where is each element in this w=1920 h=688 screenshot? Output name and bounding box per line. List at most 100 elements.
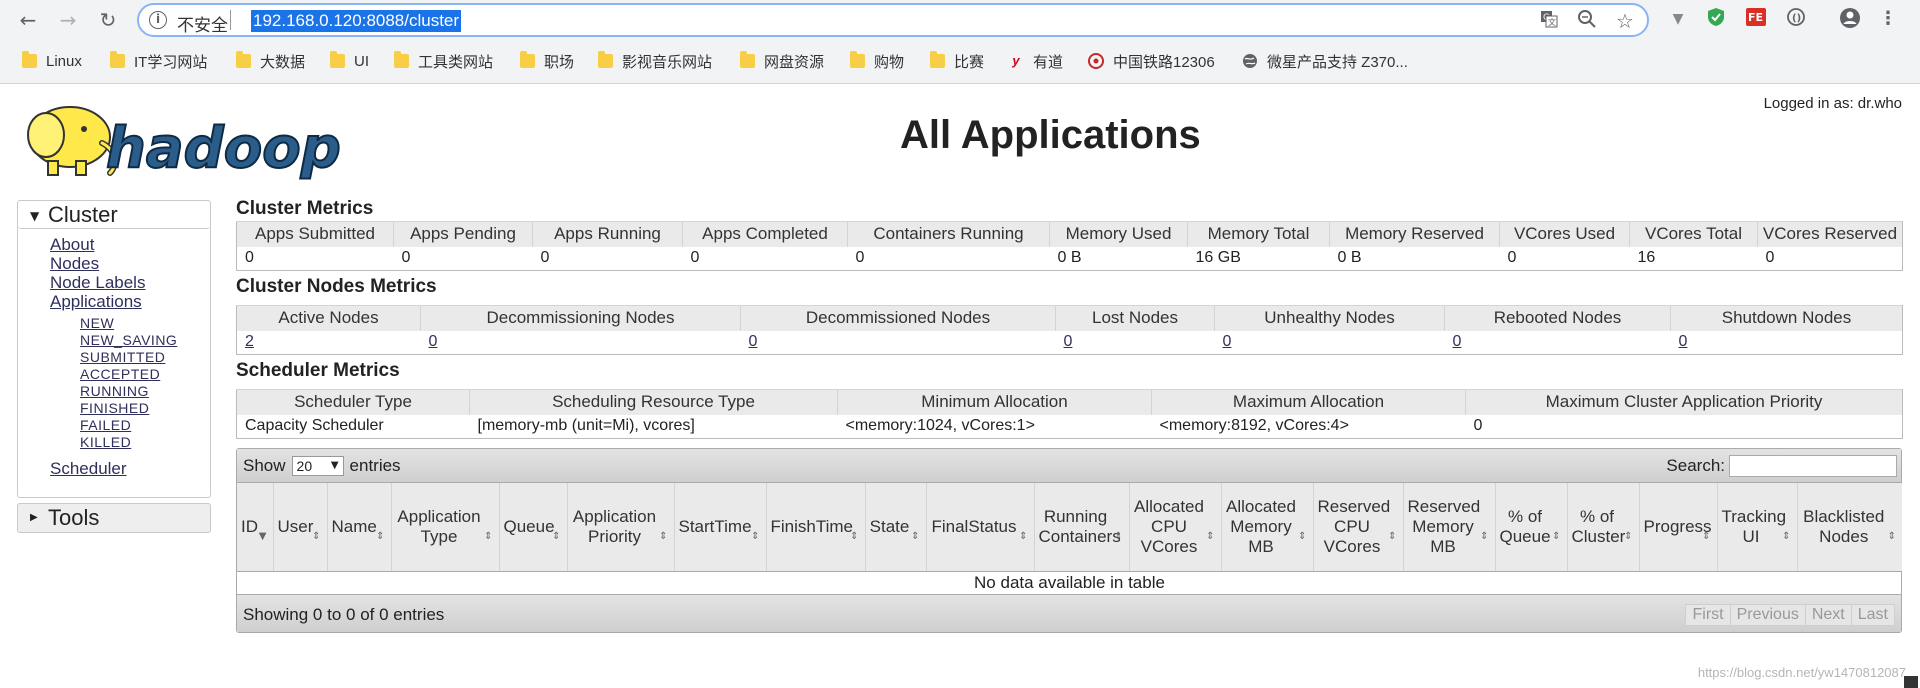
- address-bar[interactable]: i 不安全 192.168.0.120:8088/cluster G文 ☆: [137, 3, 1649, 37]
- col-state[interactable]: State ⇕: [865, 483, 927, 572]
- last-page-button[interactable]: Last: [1850, 604, 1895, 626]
- cluster-toggle[interactable]: ▼ Cluster: [18, 201, 210, 229]
- col-application-type[interactable]: Application Type ⇕: [391, 483, 500, 572]
- bookmark-it[interactable]: IT学习网站: [110, 49, 207, 73]
- table-cell: Capacity Scheduler: [236, 414, 470, 439]
- column-label: FinishTime: [770, 516, 854, 536]
- col-allocated-cpu[interactable]: Allocated CPU VCores ⇕: [1129, 483, 1222, 572]
- nav-state-new[interactable]: NEW: [80, 315, 210, 332]
- sort-desc-icon: ▼: [258, 530, 267, 542]
- extension-v-icon[interactable]: ▼: [1666, 7, 1690, 31]
- previous-page-button[interactable]: Previous: [1729, 604, 1806, 626]
- col-user[interactable]: User ⇕: [273, 483, 328, 572]
- fe-extension-icon[interactable]: FE: [1744, 7, 1768, 31]
- bookmark-msi[interactable]: 微星产品支持 Z370...: [1242, 49, 1408, 73]
- sort-icon: ⇕: [552, 530, 561, 542]
- shield-extension-icon[interactable]: [1704, 7, 1728, 31]
- nav-state-accepted[interactable]: ACCEPTED: [80, 366, 210, 383]
- col-allocated-memory[interactable]: Allocated Memory MB ⇕: [1221, 483, 1314, 572]
- profile-avatar-icon[interactable]: [1838, 7, 1862, 31]
- nav-scheduler[interactable]: Scheduler: [50, 459, 210, 478]
- column-label: Tracking UI: [1721, 506, 1787, 546]
- bookmark-netdisk[interactable]: 网盘资源: [740, 49, 824, 73]
- col-progress[interactable]: Progress ⇕: [1639, 483, 1718, 572]
- globe-icon: [1242, 53, 1258, 69]
- nav-nodes[interactable]: Nodes: [50, 254, 210, 273]
- col-reserved-cpu[interactable]: Reserved CPU VCores ⇕: [1313, 483, 1404, 572]
- bookmark-contest[interactable]: 比赛: [930, 49, 984, 73]
- col-rebooted-nodes: Rebooted Nodes: [1444, 305, 1671, 331]
- col-tracking-ui[interactable]: Tracking UI ⇕: [1717, 483, 1798, 572]
- col-queue[interactable]: Queue ⇕: [499, 483, 568, 572]
- table-row: 2 0 0 0 0 0 0: [236, 330, 1903, 355]
- tools-toggle[interactable]: ▶ Tools: [18, 504, 210, 532]
- hadoop-logo[interactable]: hadoop: [18, 95, 358, 185]
- nav-state-killed[interactable]: KILLED: [80, 434, 210, 451]
- folder-icon: [394, 51, 409, 68]
- col-vcores-reserved: VCores Reserved: [1757, 221, 1903, 247]
- nav-about[interactable]: About: [50, 235, 210, 254]
- column-label: FinalStatus: [931, 516, 1017, 536]
- col-lost-nodes: Lost Nodes: [1055, 305, 1215, 331]
- col-name[interactable]: Name ⇕: [327, 483, 392, 572]
- sort-icon: ⇕: [1887, 530, 1896, 542]
- table-header-row: Scheduler Type Scheduling Resource Type …: [236, 389, 1903, 415]
- bookmark-media[interactable]: 影视音乐网站: [598, 49, 712, 73]
- bookmark-12306[interactable]: 中国铁路12306: [1088, 49, 1215, 73]
- bookmark-linux[interactable]: Linux: [22, 49, 82, 73]
- decommissioned-nodes-link[interactable]: 0: [749, 333, 758, 350]
- active-nodes-link[interactable]: 2: [245, 333, 254, 350]
- bookmark-star-icon[interactable]: ☆: [1613, 9, 1637, 33]
- col-application-priority[interactable]: Application Priority ⇕: [567, 483, 675, 572]
- col-pct-queue[interactable]: % of Queue ⇕: [1495, 483, 1568, 572]
- col-start-time[interactable]: StartTime ⇕: [674, 483, 767, 572]
- nav-state-finished[interactable]: FINISHED: [80, 400, 210, 417]
- info-icon[interactable]: i: [149, 11, 167, 29]
- col-decommissioning-nodes: Decommissioning Nodes: [420, 305, 741, 331]
- forward-button[interactable]: →: [54, 6, 82, 34]
- nav-applications[interactable]: Applications: [50, 292, 210, 311]
- nav-state-running[interactable]: RUNNING: [80, 383, 210, 400]
- col-max-app-priority: Maximum Cluster Application Priority: [1465, 389, 1903, 415]
- url-text[interactable]: 192.168.0.120:8088/cluster: [251, 10, 462, 32]
- col-id[interactable]: ID ▼: [237, 483, 274, 572]
- zoom-icon[interactable]: [1575, 9, 1599, 33]
- nav-state-failed[interactable]: FAILED: [80, 417, 210, 434]
- rebooted-nodes-link[interactable]: 0: [1453, 333, 1462, 350]
- col-pct-cluster[interactable]: % of Cluster ⇕: [1567, 483, 1640, 572]
- col-finish-time[interactable]: FinishTime ⇕: [766, 483, 866, 572]
- menu-kebab-icon[interactable]: ⋮: [1876, 7, 1900, 31]
- unhealthy-nodes-link[interactable]: 0: [1223, 333, 1232, 350]
- nav-node-labels[interactable]: Node Labels: [50, 273, 210, 292]
- translate-icon[interactable]: G文: [1537, 9, 1561, 33]
- col-blacklisted-nodes[interactable]: Blacklisted Nodes ⇕: [1797, 483, 1902, 572]
- bookmark-ui[interactable]: UI: [330, 49, 369, 73]
- next-page-button[interactable]: Next: [1804, 604, 1852, 626]
- extension-circle-icon[interactable]: (): [1784, 7, 1808, 31]
- entries-info: Showing 0 to 0 of 0 entries: [243, 605, 445, 624]
- search-input[interactable]: [1729, 455, 1897, 477]
- table-header-row: ID ▼ User ⇕ Name ⇕ Application Type ⇕ Queue ⇕…: [237, 483, 1902, 572]
- reload-button[interactable]: ↻: [94, 6, 122, 34]
- nav-state-new-saving[interactable]: NEW_SAVING: [80, 332, 210, 349]
- lost-nodes-link[interactable]: 0: [1064, 333, 1073, 350]
- col-running-containers[interactable]: Running Containers ⇕: [1034, 483, 1130, 572]
- bookmark-career[interactable]: 职场: [520, 49, 574, 73]
- decommissioning-nodes-link[interactable]: 0: [429, 333, 438, 350]
- col-shutdown-nodes: Shutdown Nodes: [1670, 305, 1903, 331]
- column-label: Reserved CPU VCores: [1317, 496, 1391, 556]
- folder-icon: [850, 51, 865, 68]
- bookmark-shopping[interactable]: 购物: [850, 49, 904, 73]
- nav-state-submitted[interactable]: SUBMITTED: [80, 349, 210, 366]
- shutdown-nodes-link[interactable]: 0: [1679, 333, 1688, 350]
- sort-icon: ⇕: [1114, 530, 1123, 542]
- bookmark-tools[interactable]: 工具类网站: [394, 49, 493, 73]
- bookmark-bigdata[interactable]: 大数据: [236, 49, 305, 73]
- col-final-status[interactable]: FinalStatus ⇕: [926, 483, 1035, 572]
- back-button[interactable]: ←: [14, 6, 42, 34]
- page-size-select[interactable]: 20: [291, 456, 344, 476]
- bookmark-youdao[interactable]: y 有道: [1008, 49, 1063, 73]
- col-maximum-allocation: Maximum Allocation: [1151, 389, 1466, 415]
- first-page-button[interactable]: First: [1685, 604, 1731, 626]
- col-reserved-memory[interactable]: Reserved Memory MB ⇕: [1403, 483, 1496, 572]
